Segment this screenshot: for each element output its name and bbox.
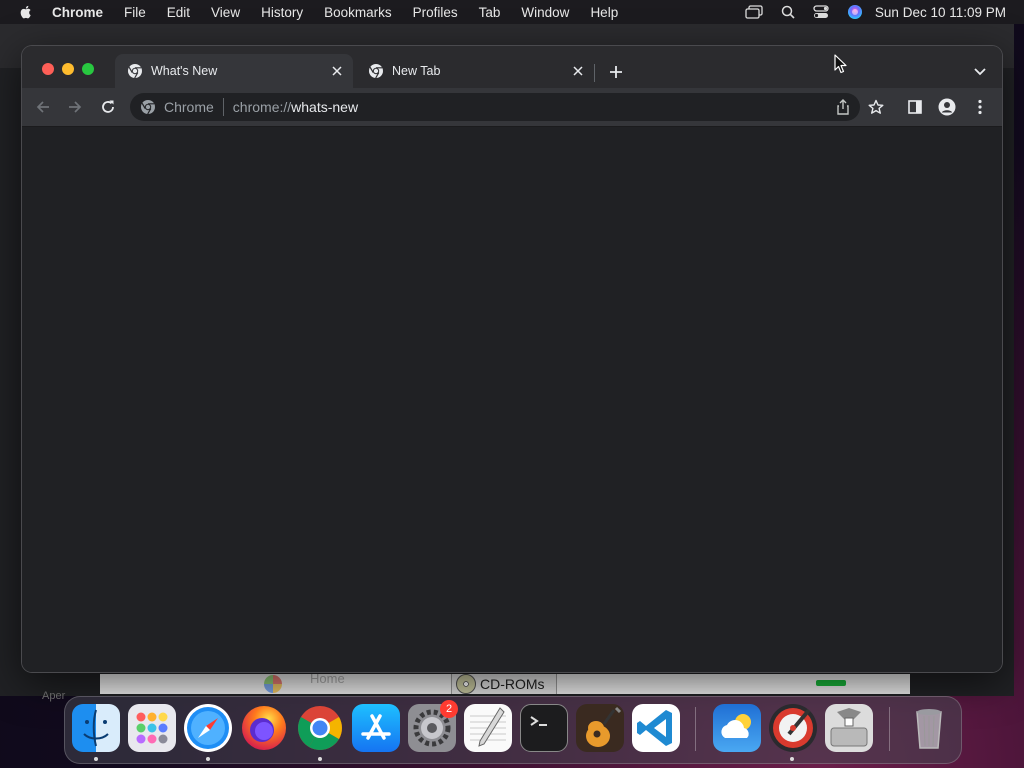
chrome-site-icon[interactable]: [140, 99, 156, 115]
running-indicator: [790, 757, 794, 761]
tab-title: New Tab: [392, 64, 441, 78]
tab-strip: What's New New Tab: [22, 46, 1002, 88]
dock-garageband-icon[interactable]: [576, 704, 624, 752]
cdroms-label: CD-ROMs: [480, 676, 545, 692]
control-center-icon[interactable]: [813, 5, 829, 19]
share-icon[interactable]: [834, 98, 852, 116]
aperture-label: Aper: [42, 690, 66, 702]
settings-notification-badge: 2: [440, 700, 458, 718]
dock-vscode-icon[interactable]: [632, 704, 680, 752]
menu-window[interactable]: Window: [521, 5, 569, 20]
dock-firefox-icon[interactable]: [240, 704, 288, 752]
tab-separator: [594, 64, 595, 82]
chrome-favicon-icon: [369, 64, 383, 79]
more-menu-icon[interactable]: [971, 98, 989, 116]
apple-icon[interactable]: [18, 4, 34, 20]
address-bar[interactable]: Chrome chrome://whats-new: [130, 93, 860, 121]
dock-instruments-icon[interactable]: [769, 704, 817, 752]
omnibox-chip[interactable]: Chrome: [164, 99, 214, 115]
siri-icon[interactable]: [847, 4, 863, 20]
dock-boot-camp-icon[interactable]: [825, 704, 873, 752]
background-finder-window: Home CD-ROMs: [100, 674, 910, 694]
new-tab-plus-icon[interactable]: [607, 63, 625, 81]
chrome-favicon-icon: [128, 64, 142, 79]
tab-close-icon[interactable]: [570, 63, 586, 79]
dock-chrome-icon[interactable]: [296, 704, 344, 752]
running-indicator: [206, 757, 210, 761]
dock-trash-icon[interactable]: [905, 704, 953, 752]
tab-new-tab[interactable]: New Tab: [356, 54, 594, 88]
url-host: whats-new: [291, 99, 359, 115]
cdroms-item[interactable]: CD-ROMs: [451, 674, 557, 694]
running-indicator: [94, 757, 98, 761]
dock-textedit-icon[interactable]: [464, 704, 512, 752]
side-panel-icon[interactable]: [906, 98, 924, 116]
back-arrow-icon[interactable]: [34, 98, 52, 116]
dock-terminal-icon[interactable]: [520, 704, 568, 752]
spotlight-search-icon[interactable]: [781, 5, 795, 19]
window-minimize-button[interactable]: [62, 63, 74, 75]
dock-separator: [695, 707, 696, 751]
menu-history[interactable]: History: [261, 5, 303, 20]
menu-help[interactable]: Help: [590, 5, 618, 20]
window-maximize-button[interactable]: [82, 63, 94, 75]
screen-mirroring-icon[interactable]: [745, 5, 763, 19]
dock: [64, 696, 962, 764]
menu-profiles[interactable]: Profiles: [413, 5, 458, 20]
reload-icon[interactable]: [99, 98, 117, 116]
menu-view[interactable]: View: [211, 5, 240, 20]
chrome-window: What's New New Tab Chrome chrome:// what…: [22, 46, 1002, 672]
menu-edit[interactable]: Edit: [167, 5, 190, 20]
tab-close-icon[interactable]: [329, 63, 345, 79]
progress-indicator: [816, 680, 846, 686]
page-content[interactable]: [22, 127, 1002, 672]
window-close-button[interactable]: [42, 63, 54, 75]
dock-finder-icon[interactable]: [72, 704, 120, 752]
finder-home-label: Home: [310, 674, 345, 686]
dock-launchpad-icon[interactable]: [128, 704, 176, 752]
menu-bookmarks[interactable]: Bookmarks: [324, 5, 392, 20]
dock-weather-icon[interactable]: [713, 704, 761, 752]
dock-app-store-icon[interactable]: [352, 704, 400, 752]
profile-avatar-icon[interactable]: [938, 98, 956, 116]
url-scheme: chrome://: [232, 99, 292, 115]
menu-app-name[interactable]: Chrome: [52, 5, 103, 20]
dock-separator: [889, 707, 890, 751]
tab-search-chevron-icon[interactable]: [972, 63, 988, 79]
running-indicator: [318, 757, 322, 761]
browser-toolbar: Chrome chrome://whats-new: [22, 88, 1002, 127]
tab-whats-new[interactable]: What's New: [115, 54, 353, 88]
menu-tab[interactable]: Tab: [479, 5, 501, 20]
home-folder-icon: [264, 675, 282, 693]
dock-safari-icon[interactable]: [184, 704, 232, 752]
omnibox-divider: [222, 98, 224, 116]
mouse-cursor-icon: [834, 54, 847, 74]
cd-icon: [456, 674, 476, 694]
forward-arrow-icon[interactable]: [66, 98, 84, 116]
bookmark-star-icon[interactable]: [867, 98, 885, 116]
tab-title: What's New: [151, 64, 218, 78]
menubar-clock[interactable]: Sun Dec 10 11:09 PM: [875, 5, 1006, 20]
menu-bar: Chrome File Edit View History Bookmarks …: [0, 0, 1024, 24]
menu-file[interactable]: File: [124, 5, 146, 20]
